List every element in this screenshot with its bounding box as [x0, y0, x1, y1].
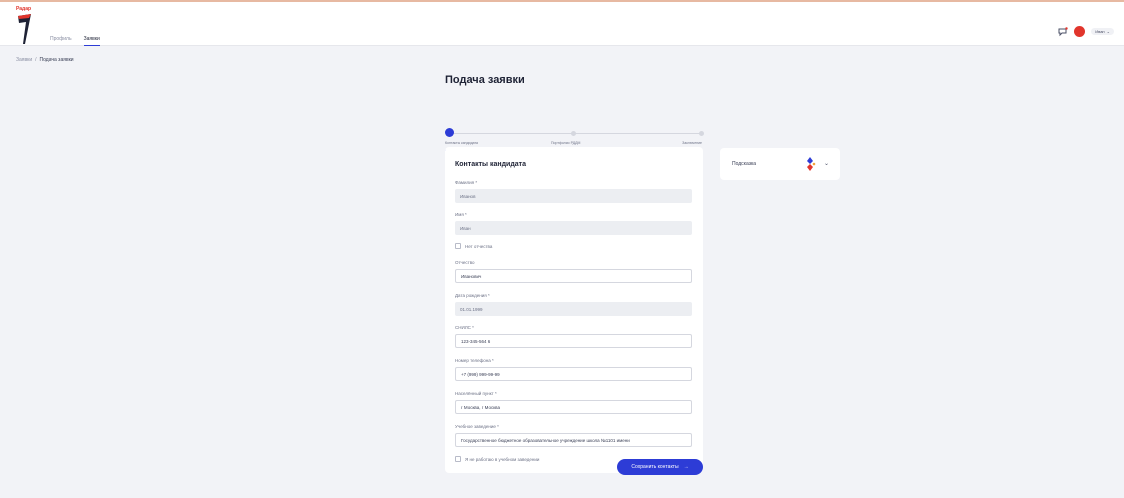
- breadcrumb-separator: /: [35, 57, 37, 63]
- logo-mark-icon: [18, 14, 31, 44]
- app-logo[interactable]: Радар: [16, 6, 38, 46]
- main-nav: Профиль Заявки: [50, 36, 100, 46]
- user-menu[interactable]: Иван ⌄: [1091, 28, 1114, 35]
- app-header: Радар Профиль Заявки Иван ⌄: [0, 2, 1124, 46]
- user-name: Иван: [1095, 29, 1105, 34]
- chevron-down-icon[interactable]: ⌄: [824, 160, 829, 167]
- step-dot-active: [445, 128, 454, 137]
- name-label: Имя *: [455, 212, 467, 217]
- no-patronymic-label: Нет отчества: [465, 243, 493, 249]
- step-label: Контакты кандидата: [445, 141, 478, 145]
- arrow-right-icon: →: [683, 464, 689, 470]
- not-working-checkbox[interactable]: [455, 456, 461, 462]
- breadcrumb-current: Подача заявки: [39, 57, 74, 63]
- name-field[interactable]: Иван: [455, 221, 692, 235]
- phone-label: Номер телефона *: [455, 358, 494, 363]
- institution-field[interactable]: Государственное бюджетное образовательно…: [455, 433, 692, 447]
- step-dot: [571, 131, 576, 136]
- breadcrumb: Заявки / Подача заявки: [16, 57, 74, 63]
- user-avatar[interactable]: [1074, 26, 1086, 37]
- locality-label: Населённый пункт *: [455, 391, 497, 396]
- surname-field[interactable]: Иванов: [455, 189, 692, 203]
- chevron-down-icon: ⌄: [1106, 29, 1110, 34]
- not-working-label: Я не работаю в учебном заведении: [465, 456, 540, 462]
- patronymic-label: Отчество: [455, 260, 475, 265]
- candidate-contacts-form: Контакты кандидата Фамилия * Иванов Имя …: [445, 147, 703, 473]
- surname-label: Фамилия *: [455, 180, 478, 185]
- page-title: Подача заявки: [445, 74, 525, 86]
- step-label: Портфолио РДДМ: [551, 141, 581, 145]
- snils-field[interactable]: 123-345-564 6: [455, 334, 692, 348]
- birth-date-label: Дата рождения *: [455, 293, 490, 298]
- not-working-row: Я не работаю в учебном заведении: [455, 456, 539, 462]
- no-patronymic-checkbox[interactable]: [455, 243, 461, 249]
- institution-label: Учебное заведение *: [455, 424, 499, 429]
- step-dot: [699, 131, 704, 136]
- patronymic-field[interactable]: Иванович: [455, 269, 692, 283]
- logo-text: Радар: [16, 6, 32, 12]
- nav-item-applications[interactable]: Заявки: [83, 36, 100, 46]
- no-patronymic-row: Нет отчества: [455, 243, 492, 249]
- nav-item-profile[interactable]: Профиль: [50, 36, 72, 46]
- form-title: Контакты кандидата: [455, 161, 526, 168]
- header-actions: Иван ⌄: [1058, 26, 1114, 37]
- notification-icon[interactable]: [1058, 26, 1068, 37]
- breadcrumb-parent[interactable]: Заявки: [16, 57, 32, 63]
- phone-field[interactable]: +7 (999) 999-99-99: [455, 367, 692, 381]
- hint-assistant-icon: [807, 157, 816, 171]
- save-button-label: Сохранить контакты: [631, 464, 679, 470]
- locality-field[interactable]: г Москва, г Москва: [455, 400, 692, 414]
- hint-panel[interactable]: Подсказка ⌄: [720, 148, 840, 180]
- hint-label: Подсказка: [732, 161, 757, 167]
- step-label: Заключение: [682, 141, 702, 145]
- birth-date-field[interactable]: 01.01.1999: [455, 302, 692, 316]
- save-contacts-button[interactable]: Сохранить контакты →: [617, 459, 703, 475]
- snils-label: СНИЛС *: [455, 325, 474, 330]
